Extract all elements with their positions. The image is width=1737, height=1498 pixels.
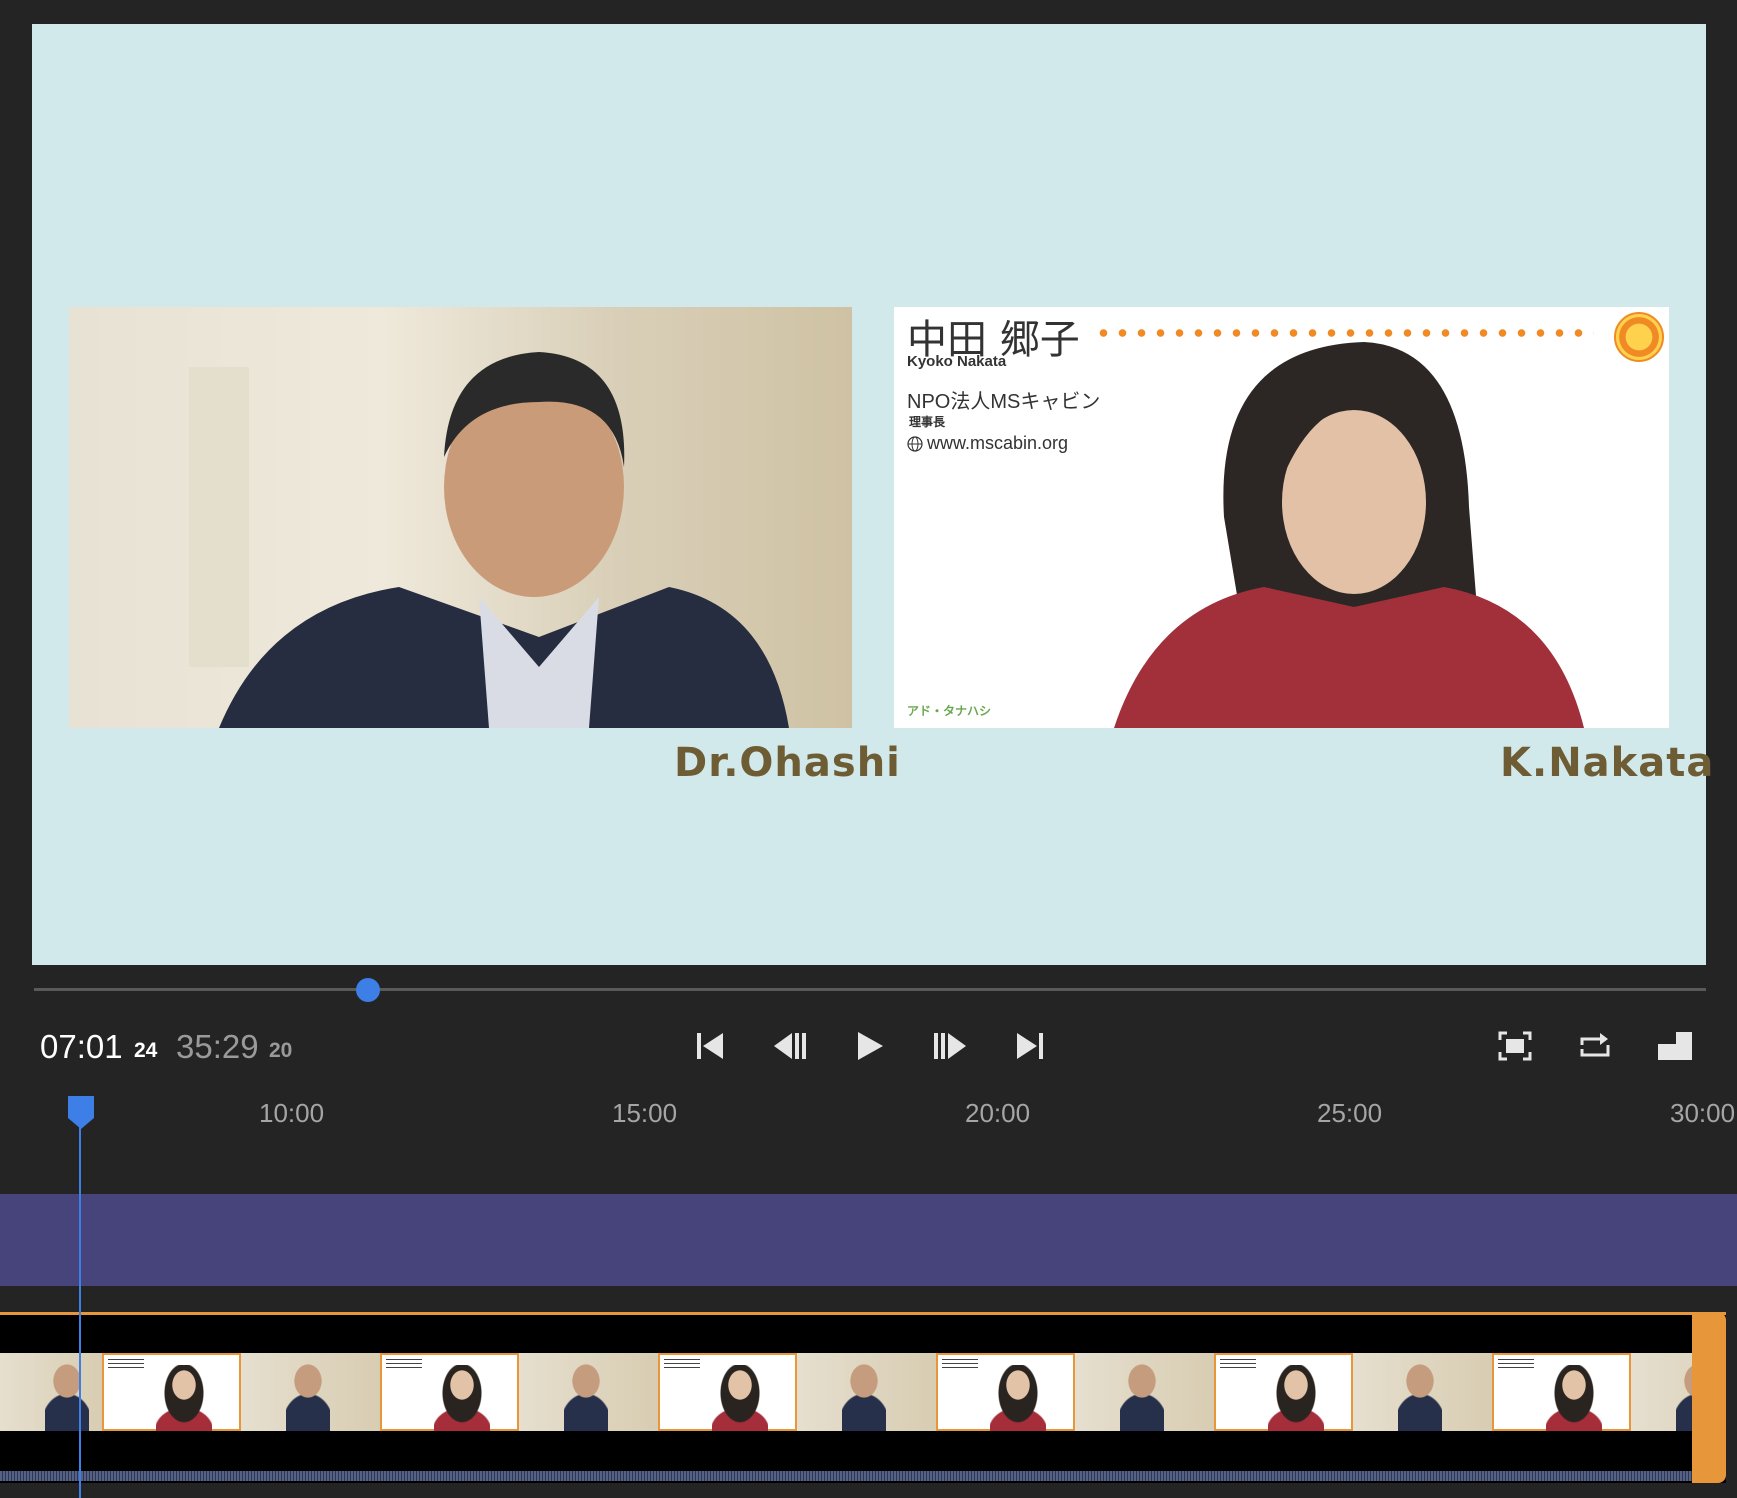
- step-back-button[interactable]: [770, 1028, 810, 1064]
- ruler-tick-label: 20:00: [965, 1098, 1031, 1128]
- loop-button[interactable]: [1575, 1028, 1615, 1064]
- man-figure: [189, 352, 789, 728]
- step-back-icon: [774, 1033, 806, 1059]
- ruler-tick-label: 15:00: [612, 1098, 678, 1128]
- total-frames: 20: [269, 1039, 293, 1062]
- thumbnail-frame: [1492, 1353, 1631, 1431]
- picture-in-picture-icon: [1658, 1032, 1692, 1060]
- thumbnail-frame: [1214, 1353, 1353, 1431]
- scrubber-handle[interactable]: [356, 978, 381, 1002]
- playhead-handle-icon[interactable]: [66, 1094, 96, 1130]
- skip-to-start-button[interactable]: [690, 1028, 730, 1064]
- audio-waveform: [0, 1471, 1692, 1481]
- audio-track-overlay[interactable]: [0, 1194, 1737, 1286]
- thumbnail-frame: [102, 1353, 241, 1431]
- thumbnail-frame: [797, 1353, 936, 1431]
- loop-icon: [1580, 1033, 1610, 1057]
- thumbnail-frame: [1075, 1353, 1214, 1431]
- ruler-tick-label: 30:00: [1670, 1098, 1736, 1128]
- thumbnail-frame: [1631, 1353, 1692, 1431]
- thumbnail-frame: [658, 1353, 797, 1431]
- picture-in-picture-button[interactable]: [1655, 1028, 1695, 1064]
- thumbnail-frame: [519, 1353, 658, 1431]
- total-duration: 35:29: [176, 1028, 259, 1065]
- thumbnail-frame: [936, 1353, 1075, 1431]
- fit-to-screen-icon: [1498, 1031, 1532, 1061]
- ruler-tick-label: 25:00: [1317, 1098, 1383, 1128]
- woman-figure: [1114, 342, 1584, 728]
- skip-to-start-icon: [697, 1033, 723, 1059]
- step-forward-button[interactable]: [930, 1028, 970, 1064]
- current-timecode: 07:01: [40, 1028, 123, 1065]
- fit-to-screen-button[interactable]: [1495, 1028, 1535, 1064]
- play-button[interactable]: [850, 1028, 890, 1064]
- skip-to-end-button[interactable]: [1010, 1028, 1050, 1064]
- video-editor: Dr.Ohashi 中田 郷子 Kyoko Nakata NPO法人MSキャビン…: [0, 0, 1737, 1498]
- current-frames: 24: [134, 1039, 158, 1062]
- thumbnail-frame: [0, 1353, 102, 1431]
- playhead-line[interactable]: [79, 1120, 81, 1498]
- play-icon: [858, 1032, 883, 1060]
- preview-canvas: Dr.Ohashi 中田 郷子 Kyoko Nakata NPO法人MSキャビン…: [32, 24, 1713, 965]
- clip-thumbnails: [0, 1353, 1692, 1431]
- step-forward-icon: [934, 1033, 966, 1059]
- clip-trim-handle[interactable]: [1692, 1312, 1726, 1483]
- right-speaker-name: K.Nakata: [1500, 740, 1715, 786]
- thumbnail-frame: [1353, 1353, 1492, 1431]
- right-speaker-video: 中田 郷子 Kyoko Nakata NPO法人MSキャビン 理事長 www.m…: [894, 307, 1669, 728]
- ruler-tick-label: 10:00: [259, 1098, 325, 1128]
- left-speaker-name: Dr.Ohashi: [674, 740, 901, 786]
- skip-to-end-icon: [1017, 1033, 1043, 1059]
- video-clip[interactable]: [0, 1312, 1726, 1483]
- thumbnail-frame: [241, 1353, 380, 1431]
- scrubber-track[interactable]: [34, 988, 1706, 991]
- left-speaker-video: [69, 307, 852, 728]
- thumbnail-frame: [380, 1353, 519, 1431]
